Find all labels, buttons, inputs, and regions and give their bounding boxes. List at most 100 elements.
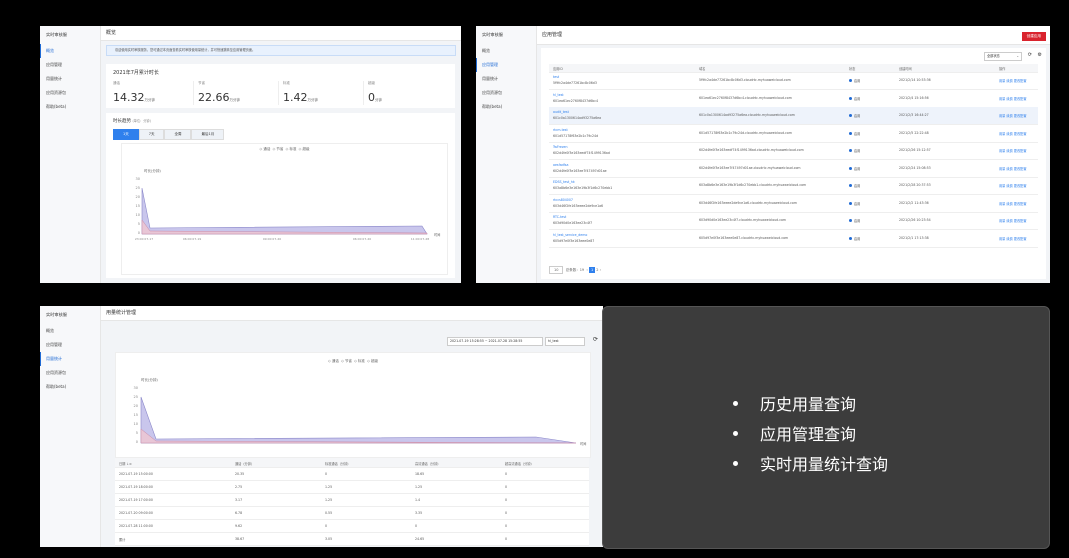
sidebar-item-usage[interactable]: 用量统计: [40, 352, 100, 366]
tab-7d[interactable]: 7天: [138, 129, 165, 140]
table-cell: 1.25: [325, 498, 333, 502]
app-name[interactable]: aesfadfsa: [553, 163, 568, 167]
stats-card: 2021年7月累计时长 通话 14.32万分钟 节省 22.66万分钟 标准 1.42…: [106, 64, 455, 108]
app-actions[interactable]: 用量 续费 更改配置: [999, 236, 1027, 241]
stat-saved: 节省 22.66万分钟: [193, 81, 278, 105]
prev-page-icon[interactable]: ‹: [586, 268, 587, 272]
app-domain: 601d57178f63e2b1c79c24d.cloudrtc.myhuawe…: [699, 130, 792, 135]
app-actions[interactable]: 用量 续费 更改配置: [999, 148, 1027, 153]
next-page-icon[interactable]: ›: [600, 268, 601, 272]
app-select[interactable]: hl_test: [545, 337, 585, 346]
x-tick: 06:00 07-20: [353, 237, 371, 241]
sidebar-item-usage[interactable]: 用量统计: [476, 72, 536, 86]
app-name[interactable]: audit_test: [553, 110, 569, 114]
table-cell: 0: [505, 498, 508, 502]
page-1[interactable]: 1: [588, 267, 596, 273]
app-id: 601d57178f63e2b1c79c24d: [553, 133, 599, 138]
table-cell: 38.67: [235, 537, 245, 541]
app-name[interactable]: EDSS_test_hk: [553, 180, 575, 184]
status-icon: [849, 96, 852, 100]
app-name[interactable]: rtcm-test: [553, 128, 568, 132]
settings-icon[interactable]: ⚙: [1038, 52, 1042, 58]
app-status: 启用: [849, 166, 860, 171]
status-filter-select[interactable]: 全部状态 ⌄: [984, 52, 1022, 61]
table-cell: 2021-07-19 18:00:00: [119, 485, 153, 489]
app-created-time: 2021/2/24 15:08:53: [899, 165, 931, 170]
status-icon: [849, 201, 852, 205]
app-actions[interactable]: 用量 续费 更改配置: [999, 78, 1027, 83]
pagination: 10 总条数：19 ‹ 1 2 ›: [549, 266, 601, 274]
app-name[interactable]: TwFrezen: [553, 145, 567, 149]
sidebar-item-packages[interactable]: 应用资源包: [476, 86, 536, 100]
app-status: 启用: [849, 183, 860, 188]
refresh-icon[interactable]: ⟳: [593, 336, 598, 343]
table-row: aesfadfsa 602d4fe0f3e163ee7f47497d01ae 602…: [549, 160, 1038, 178]
table-cell: 1.25: [415, 485, 423, 489]
tab-1d[interactable]: 1天: [113, 129, 139, 140]
sidebar-item-overview[interactable]: 概览: [40, 324, 100, 338]
app-status: 启用: [849, 131, 860, 136]
range-tabs: 1天 7天 全周 最后1月: [113, 129, 448, 140]
refresh-icon[interactable]: ⟳: [1028, 52, 1032, 58]
app-created-time: 2021/2/2 11:43:36: [899, 200, 929, 205]
sidebar: 实时审核服 概览 应用管理 用量统计 应用资源包 帮助(beta): [40, 306, 101, 547]
sidebar-item-overview[interactable]: 概览: [40, 44, 100, 58]
trend-title: 时长趋势: [113, 119, 131, 124]
app-status: 启用: [849, 218, 860, 223]
app-created-time: 2021/2/26 15:12:57: [899, 148, 931, 152]
date-range-picker[interactable]: 2021-07-19 15:28:55 ~ 2021-07-28 15:28:5…: [447, 337, 543, 346]
stat-call: 通话 14.32万分钟: [113, 81, 155, 104]
app-actions[interactable]: 用量 续费 更改配置: [999, 131, 1027, 136]
app-id: 603d46f2fe163eeee2de9ce1a6: [553, 203, 604, 208]
table-cell: 0.55: [325, 511, 333, 515]
app-domain: 5f9fc2a4de77261bc8c06d3.cloudrtc.myhuawe…: [699, 78, 791, 82]
app-actions[interactable]: 用量 续费 更改配置: [999, 201, 1027, 206]
app-created-time: 2021/2/5 22:22:48: [899, 130, 929, 135]
app-status: 启用: [849, 78, 860, 83]
page-title: 应用管理: [537, 26, 1050, 45]
app-actions[interactable]: 用量 续费 更改配置: [999, 113, 1027, 118]
app-name[interactable]: hl_test: [553, 93, 564, 97]
table-cell: 3.17: [235, 498, 243, 502]
sidebar-item-apps[interactable]: 应用管理: [476, 58, 536, 72]
sidebar-item-overview[interactable]: 概览: [476, 44, 536, 58]
y-tick: 5: [136, 431, 138, 435]
app-actions[interactable]: 用量 续费 更改配置: [999, 166, 1027, 171]
sidebar-title: 实时审核服: [482, 32, 503, 37]
sidebar-item-help[interactable]: 帮助(beta): [40, 380, 100, 394]
sidebar-item-usage[interactable]: 用量统计: [40, 72, 100, 86]
app-name[interactable]: test: [553, 75, 559, 79]
table-cell: 20.35: [235, 472, 245, 476]
sidebar: 实时审核服 概览 应用管理 用量统计 应用资源包 帮助(beta): [476, 26, 537, 283]
main-content: 概览 欢迎使用实时审核服务，您可通过本页面查看实时审核使用量统计，并可快速跳转至…: [101, 26, 461, 283]
sidebar-item-apps[interactable]: 应用管理: [40, 338, 100, 352]
app-name[interactable]: RTC-test: [553, 215, 566, 219]
table-row: 2021-07-19 18:00:00 2.75 1.25 1.25 0: [115, 480, 589, 494]
app-actions[interactable]: 用量 续费 更改配置: [999, 218, 1027, 223]
sidebar-item-apps[interactable]: 应用管理: [40, 58, 100, 72]
app-name[interactable]: hl_test_service_demo: [553, 233, 587, 237]
sidebar-item-help[interactable]: 帮助(beta): [476, 100, 536, 114]
usage-stats-screenshot: 实时审核服 概览 应用管理 用量统计 应用资源包 帮助(beta) 用量统计管理…: [40, 306, 603, 547]
table-cell: 0: [505, 524, 508, 528]
app-name[interactable]: rtccs804007: [553, 198, 573, 202]
table-row: 2021-07-19 15:00:00 20.35 0 18.65 0: [115, 467, 589, 481]
create-app-button[interactable]: 创建应用: [1021, 32, 1046, 41]
y-tick: 20: [136, 195, 140, 199]
app-actions[interactable]: 用量 续费 更改配置: [999, 96, 1027, 101]
x-axis-label: 时间: [434, 232, 440, 237]
sidebar-item-packages[interactable]: 应用资源包: [40, 86, 100, 100]
overview-screenshot: 实时审核服 概览 应用管理 用量统计 应用资源包 帮助(beta) 概览 欢迎使…: [40, 26, 461, 283]
app-status: 启用: [849, 236, 860, 241]
page-2[interactable]: 2: [596, 268, 598, 272]
y-tick: 15: [136, 204, 140, 208]
table-row: EDSS_test_hk 603a8b6e3e163e19b3f1d6c270eb…: [549, 177, 1038, 195]
app-actions[interactable]: 用量 续费 更改配置: [999, 183, 1027, 188]
app-domain: 603d90d0e163ee23c4f7.cloudrtc.myhuaweicl…: [699, 218, 787, 222]
tab-month[interactable]: 最后1月: [191, 129, 225, 140]
tab-week[interactable]: 全周: [164, 129, 192, 140]
y-tick: 0: [136, 440, 138, 444]
sidebar-item-packages[interactable]: 应用资源包: [40, 366, 100, 380]
page-size-select[interactable]: 10: [549, 266, 564, 274]
sidebar-item-help[interactable]: 帮助(beta): [40, 100, 100, 114]
